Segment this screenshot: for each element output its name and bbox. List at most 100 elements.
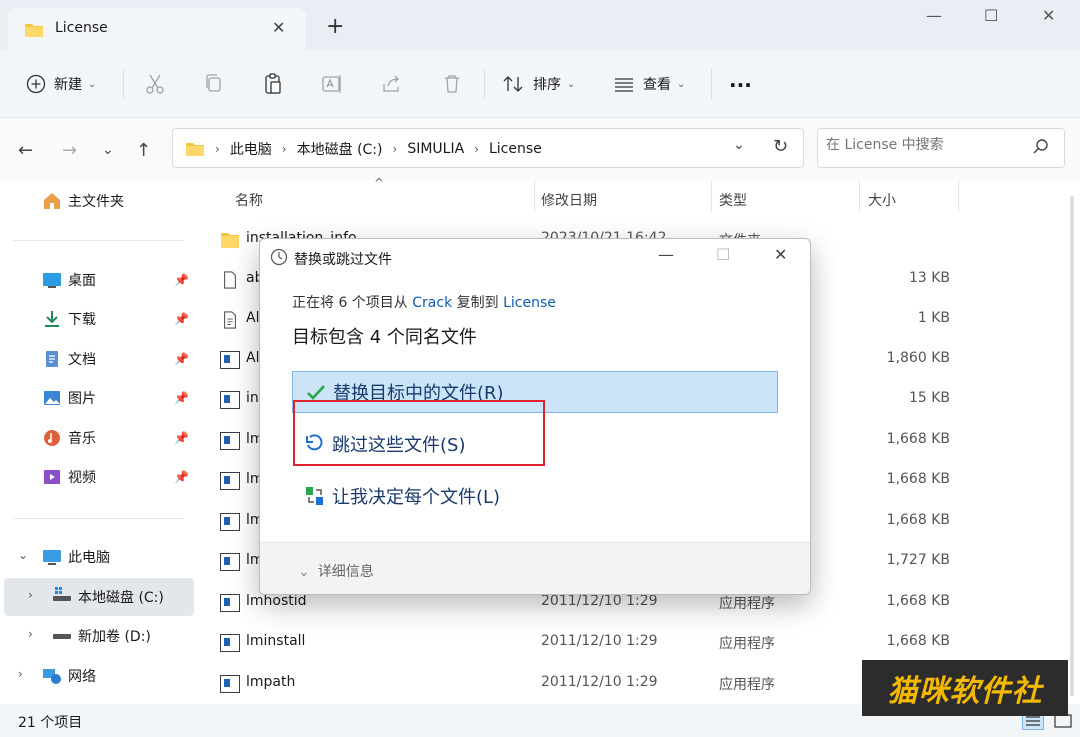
column-header-date[interactable]: 修改日期 bbox=[541, 190, 597, 210]
column-header-type[interactable]: 类型 bbox=[719, 190, 747, 210]
pin-icon[interactable]: 📌 bbox=[174, 470, 189, 484]
sidebar-item-music[interactable]: 音乐 📌 bbox=[42, 419, 196, 457]
file-size: 1 KB bbox=[917, 310, 950, 326]
sidebar-item-network[interactable]: › 网络 bbox=[0, 657, 196, 695]
column-header-name[interactable]: 名称 bbox=[235, 190, 263, 210]
watermark-logo: 猫咪软件社 bbox=[862, 660, 1068, 716]
application-icon bbox=[220, 432, 240, 450]
more-details-toggle[interactable]: ⌄ 详细信息 bbox=[298, 561, 374, 581]
sidebar-item-drive-d[interactable]: › 新加卷 (D:) bbox=[0, 617, 196, 655]
file-name: Al bbox=[246, 350, 260, 366]
application-icon bbox=[220, 594, 240, 612]
dialog-title-bar: 替换或跳过文件 — ☐ ✕ bbox=[260, 239, 810, 277]
chevron-down-icon[interactable]: ⌄ bbox=[18, 548, 28, 562]
rename-icon[interactable] bbox=[320, 72, 344, 96]
column-divider[interactable] bbox=[958, 180, 959, 212]
search-icon[interactable] bbox=[1032, 138, 1050, 156]
new-tab-button[interactable]: + bbox=[326, 16, 344, 38]
pin-icon[interactable]: 📌 bbox=[174, 352, 189, 366]
close-button[interactable]: ✕ bbox=[1042, 6, 1055, 25]
table-row[interactable]: lminstall 2011/12/10 1:29 应用程序 1,668 KB bbox=[200, 623, 1060, 663]
desktop-icon bbox=[43, 273, 61, 288]
file-size: 13 KB bbox=[908, 270, 950, 286]
pin-icon[interactable]: 📌 bbox=[174, 273, 189, 287]
sort-icon bbox=[503, 76, 523, 92]
file-date: 2011/12/10 1:29 bbox=[541, 633, 658, 649]
vertical-scrollbar[interactable] bbox=[1070, 196, 1074, 696]
back-arrow-icon[interactable]: ← bbox=[18, 140, 33, 161]
more-options-button[interactable]: ... bbox=[729, 68, 752, 92]
dialog-close-button[interactable]: ✕ bbox=[774, 245, 787, 264]
breadcrumb-item[interactable]: License bbox=[489, 141, 542, 157]
column-header-size[interactable]: 大小 bbox=[868, 190, 896, 210]
navigation-pane: 主文件夹 桌面 📌 下载 📌 文档 📌 图片 📌 音乐 📌 视频 📌 ⌄ 此电脑… bbox=[0, 180, 200, 704]
chevron-down-icon: ⌄ bbox=[88, 78, 97, 90]
sort-button[interactable]: 排序 ⌄ bbox=[503, 72, 575, 96]
picture-icon bbox=[44, 391, 60, 405]
pin-icon[interactable]: 📌 bbox=[174, 391, 189, 405]
column-divider[interactable] bbox=[859, 180, 860, 212]
pin-icon[interactable]: 📌 bbox=[174, 431, 189, 445]
address-dropdown-icon[interactable]: ⌄ bbox=[733, 137, 745, 153]
chevron-right-icon[interactable]: › bbox=[28, 588, 33, 602]
dialog-body: 正在将 6 个项目从 Crack 复制到 License 目标包含 4 个同名文… bbox=[260, 277, 810, 542]
folder-icon bbox=[25, 24, 43, 37]
sidebar-item-desktop[interactable]: 桌面 📌 bbox=[42, 261, 196, 299]
replace-or-skip-dialog: 替换或跳过文件 — ☐ ✕ 正在将 6 个项目从 Crack 复制到 Licen… bbox=[259, 238, 811, 595]
tab-license[interactable]: License ✕ bbox=[8, 8, 306, 50]
file-size: 1,668 KB bbox=[886, 633, 950, 649]
sidebar-item-this-pc[interactable]: 此电脑 bbox=[42, 538, 196, 576]
application-icon bbox=[220, 391, 240, 409]
destination-folder-link[interactable]: License bbox=[503, 295, 556, 311]
column-divider[interactable] bbox=[711, 180, 712, 212]
sidebar-item-label: 音乐 bbox=[68, 431, 96, 447]
search-input[interactable] bbox=[826, 137, 1026, 153]
sidebar-item-label: 此电脑 bbox=[68, 550, 110, 566]
address-bar[interactable]: › 此电脑 › 本地磁盘 (C:) › SIMULIA › License ⌄ … bbox=[172, 128, 804, 168]
chevron-down-icon: ⌄ bbox=[677, 78, 686, 90]
view-button[interactable]: 查看 ⌄ bbox=[613, 72, 685, 96]
dialog-minimize-button[interactable]: — bbox=[658, 245, 674, 264]
copy-icon[interactable] bbox=[202, 72, 226, 96]
delete-icon[interactable] bbox=[440, 72, 464, 96]
breadcrumb-item[interactable]: 此电脑 bbox=[230, 139, 272, 159]
command-bar: 新建 ⌄ 排序 ⌄ 查看 ⌄ ... bbox=[0, 50, 1080, 118]
sidebar-item-documents[interactable]: 文档 📌 bbox=[42, 340, 196, 378]
new-label: 新建 bbox=[54, 77, 82, 93]
sidebar-item-downloads[interactable]: 下载 📌 bbox=[42, 300, 196, 338]
computer-icon bbox=[43, 550, 61, 565]
address-row: ← → ⌄ ↑ › 此电脑 › 本地磁盘 (C:) › SIMULIA › Li… bbox=[0, 118, 1080, 180]
cut-icon[interactable] bbox=[143, 72, 167, 96]
share-icon[interactable] bbox=[380, 72, 404, 96]
new-button[interactable]: 新建 ⌄ bbox=[26, 72, 96, 96]
decide-each-file-label: 让我决定每个文件(L) bbox=[332, 487, 501, 508]
sidebar-item-videos[interactable]: 视频 📌 bbox=[42, 458, 196, 496]
chevron-right-icon: › bbox=[474, 142, 479, 156]
decide-each-file-option[interactable]: 让我决定每个文件(L) bbox=[292, 475, 778, 517]
tab-close-icon[interactable]: ✕ bbox=[272, 18, 285, 37]
chevron-right-icon[interactable]: › bbox=[18, 667, 23, 681]
pin-icon[interactable]: 📌 bbox=[174, 312, 189, 326]
minimize-button[interactable]: — bbox=[926, 6, 942, 25]
chevron-down-icon: ⌄ bbox=[567, 78, 576, 90]
breadcrumb-item[interactable]: 本地磁盘 (C:) bbox=[297, 139, 383, 159]
item-count: 21 个项目 bbox=[18, 715, 83, 731]
up-arrow-icon[interactable]: ↑ bbox=[136, 140, 151, 161]
refresh-icon[interactable]: ↻ bbox=[773, 136, 788, 157]
forward-arrow-icon[interactable]: → bbox=[62, 140, 77, 161]
column-divider[interactable] bbox=[534, 180, 535, 212]
sidebar-item-pictures[interactable]: 图片 📌 bbox=[42, 379, 196, 417]
recent-locations-chevron-icon[interactable]: ⌄ bbox=[102, 142, 114, 158]
network-icon bbox=[43, 669, 61, 684]
chevron-right-icon[interactable]: › bbox=[28, 627, 33, 641]
dialog-maximize-button[interactable]: ☐ bbox=[716, 245, 730, 264]
maximize-button[interactable]: ☐ bbox=[984, 6, 998, 25]
breadcrumb-item[interactable]: SIMULIA bbox=[407, 141, 464, 157]
source-folder-link[interactable]: Crack bbox=[412, 295, 452, 311]
view-icon bbox=[615, 78, 633, 92]
search-box[interactable] bbox=[817, 128, 1065, 168]
paste-icon[interactable] bbox=[261, 72, 285, 96]
file-type: 应用程序 bbox=[719, 677, 775, 693]
drive-icon bbox=[53, 587, 71, 601]
sidebar-item-drive-c[interactable]: › 本地磁盘 (C:) bbox=[4, 578, 194, 616]
